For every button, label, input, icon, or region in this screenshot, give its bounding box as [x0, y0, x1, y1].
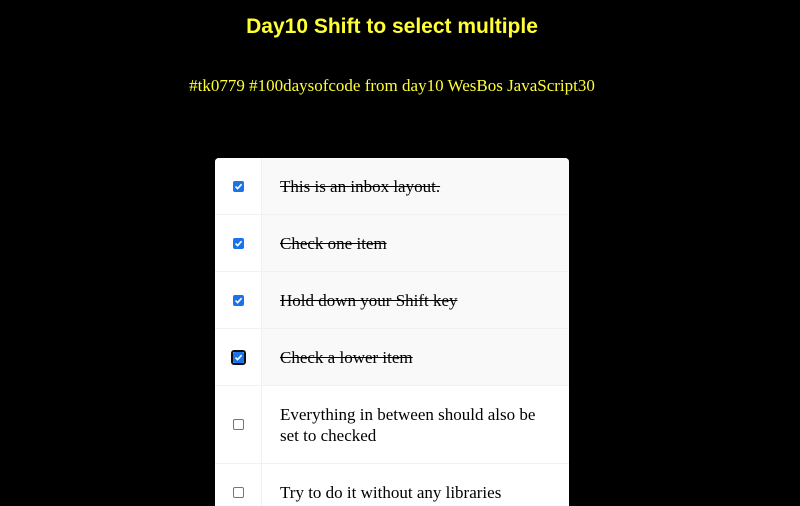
checkbox[interactable]	[232, 419, 244, 430]
item-label-cell: Hold down your Shift key	[262, 272, 569, 328]
inbox-item[interactable]: Check a lower item	[215, 329, 569, 386]
item-label-cell: Everything in between should also be set…	[262, 386, 569, 463]
item-label-cell: Check one item	[262, 215, 569, 271]
checkbox-cell[interactable]	[215, 272, 262, 328]
item-label: Hold down your Shift key	[280, 290, 458, 310]
item-label: Check one item	[280, 233, 387, 253]
inbox-item[interactable]: Try to do it without any libraries	[215, 464, 569, 506]
checkmark-icon	[234, 183, 242, 190]
item-label: Try to do it without any libraries	[280, 482, 502, 502]
item-label-cell: This is an inbox layout.	[262, 158, 569, 214]
checkbox-cell[interactable]	[215, 329, 262, 385]
inbox-item[interactable]: Check one item	[215, 215, 569, 272]
item-label-cell: Check a lower item	[262, 329, 569, 385]
checkbox-cell[interactable]	[215, 464, 262, 506]
checkbox[interactable]	[232, 237, 244, 249]
checkbox-cell[interactable]	[215, 158, 262, 214]
checkmark-icon	[234, 240, 242, 247]
item-label: Everything in between should also be set…	[280, 404, 536, 445]
inbox-item[interactable]: This is an inbox layout.	[215, 158, 569, 215]
checkbox[interactable]	[232, 294, 244, 306]
item-label-cell: Try to do it without any libraries	[262, 464, 569, 506]
item-label: Check a lower item	[280, 347, 413, 367]
page-subtitle: #tk0779 #100daysofcode from day10 WesBos…	[189, 76, 595, 95]
checkbox-cell[interactable]	[215, 386, 262, 463]
checkbox[interactable]	[232, 180, 244, 192]
inbox: This is an inbox layout. Check one item …	[215, 158, 569, 506]
checkbox[interactable]	[232, 351, 244, 363]
checkmark-icon	[234, 297, 242, 304]
checkbox[interactable]	[232, 486, 244, 498]
checkbox-focus-ring	[230, 349, 246, 365]
checkbox-cell[interactable]	[215, 215, 262, 271]
page-title: Day10 Shift to select multiple	[246, 15, 538, 38]
inbox-item[interactable]: Hold down your Shift key	[215, 272, 569, 329]
item-label: This is an inbox layout.	[280, 176, 441, 196]
checkmark-icon	[234, 354, 242, 361]
inbox-item[interactable]: Everything in between should also be set…	[215, 386, 569, 464]
